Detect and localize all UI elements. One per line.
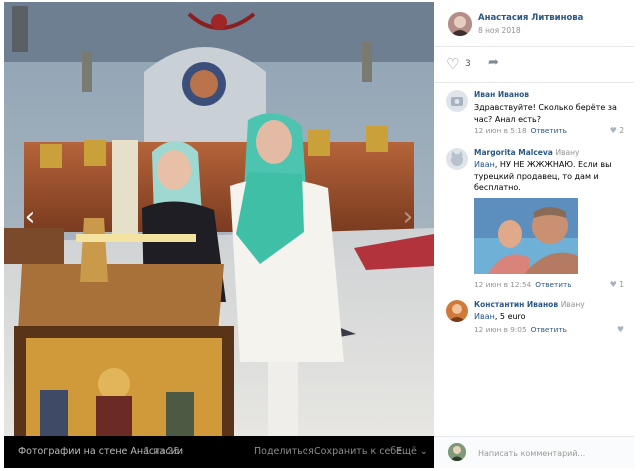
comment-body: , НУ НЕ ЖЖЖНАЮ. Если вы турецкий продаве… <box>474 160 612 192</box>
like-count: 3 <box>465 59 471 69</box>
heart-icon[interactable]: ♡ <box>446 55 459 73</box>
photo[interactable]: ‹ › <box>4 2 434 436</box>
reply-button[interactable]: Ответить <box>531 325 567 334</box>
avatar[interactable] <box>446 148 468 170</box>
mention[interactable]: Иван <box>474 160 495 169</box>
reply-to: Ивану <box>560 300 585 309</box>
avatar <box>448 443 466 461</box>
comment-time: 12 июн в 5:18 <box>474 126 527 135</box>
reply-button[interactable]: Ответить <box>531 126 567 135</box>
comment-composer <box>434 436 634 468</box>
heart-icon[interactable]: ♥ <box>610 280 617 289</box>
comment-body: , 5 euro <box>494 312 526 321</box>
comment-like[interactable]: ♥ <box>617 325 624 334</box>
avatar[interactable] <box>446 300 468 322</box>
separator-dot: · <box>305 446 309 457</box>
comment: Константин Иванов Ивану Иван, 5 euro 12 … <box>434 300 634 340</box>
heart-icon[interactable]: ♥ <box>617 325 624 334</box>
comment-author[interactable]: Иван Иванов <box>474 90 529 99</box>
comment-author: Margorita Malceva Ивану <box>474 148 579 157</box>
comment-meta: 12 июн в 5:18 Ответить <box>474 126 567 135</box>
photo-viewer: ‹ › Фотографии на стене Анастасии 1 из 2… <box>4 2 634 468</box>
comment-meta: 12 июн в 12:54 Ответить <box>474 280 572 289</box>
comment-author-name[interactable]: Margorita Malceva <box>474 148 553 157</box>
post-author: Анастасия Литвинова 8 ноя 2018 <box>434 2 634 47</box>
comment-author-name[interactable]: Иван Иванов <box>474 90 529 99</box>
comment-like[interactable]: ♥ 2 <box>610 126 624 135</box>
photo-footer: Фотографии на стене Анастасии 1 из 25 По… <box>4 436 434 468</box>
reply-button[interactable]: Ответить <box>535 280 571 289</box>
comment-photo[interactable] <box>474 198 578 274</box>
photo-image <box>4 2 434 436</box>
reply-to: Ивану <box>555 148 580 157</box>
comment-author-name[interactable]: Константин Иванов <box>474 300 558 309</box>
heart-icon[interactable]: ♥ <box>610 126 617 135</box>
mention[interactable]: Иван <box>474 312 495 321</box>
chevron-right-icon[interactable]: › <box>396 202 420 232</box>
comment-text: Иван, НУ НЕ ЖЖЖНАЮ. Если вы турецкий про… <box>474 159 624 194</box>
comment-like[interactable]: ♥ 1 <box>610 280 624 289</box>
comment-text: Здравствуйте! Сколько берёте за час? Ана… <box>474 103 617 124</box>
comment-time: 12 июн в 9:05 <box>474 325 527 334</box>
comment-author: Константин Иванов Ивану <box>474 300 585 309</box>
comment-time: 12 июн в 12:54 <box>474 280 532 289</box>
post-actions: ♡ 3 ➦ <box>434 46 634 83</box>
post-date: 8 ноя 2018 <box>478 26 521 35</box>
comments-panel: Анастасия Литвинова 8 ноя 2018 ♡ 3 ➦ Ива… <box>434 2 634 468</box>
photo-counter: 1 из 25 <box>144 446 180 457</box>
comment: Иван Иванов Здравствуйте! Сколько берёте… <box>434 90 634 140</box>
comment-like-count: 1 <box>619 280 624 289</box>
author-name[interactable]: Анастасия Литвинова <box>478 13 583 23</box>
comment-text: Иван, 5 euro <box>474 311 624 323</box>
comment-input[interactable] <box>476 443 628 463</box>
separator-dot: · <box>388 446 392 457</box>
comment-like-count: 2 <box>619 126 624 135</box>
avatar[interactable] <box>446 90 468 112</box>
comment-meta: 12 июн в 9:05 Ответить <box>474 325 567 334</box>
more-menu[interactable]: Ещё ⌄ <box>396 446 428 457</box>
share-arrow-icon[interactable]: ➦ <box>488 55 499 70</box>
chevron-left-icon[interactable]: ‹ <box>18 202 42 232</box>
comment: Margorita Malceva Ивану Иван, НУ НЕ ЖЖЖН… <box>434 148 634 294</box>
avatar[interactable] <box>448 12 472 36</box>
